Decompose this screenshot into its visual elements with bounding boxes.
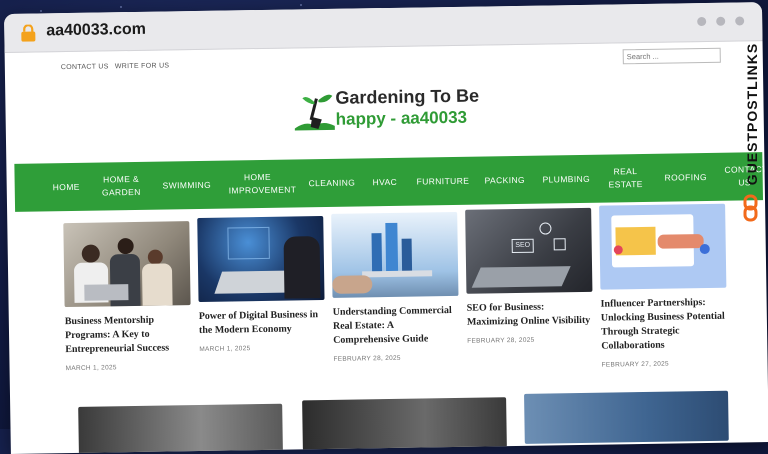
- article-title[interactable]: Power of Digital Business in the Modern …: [199, 308, 325, 338]
- article-thumbnail[interactable]: [599, 203, 727, 290]
- nav-item-home-improvement[interactable]: HOME IMPROVEMENT: [228, 171, 297, 198]
- nav-item-cleaning[interactable]: CLEANING: [308, 176, 355, 190]
- nav-item-hvac[interactable]: HVAC: [372, 175, 397, 188]
- browser-window: aa40033.com CONTACT US WRITE FOR US Gard…: [4, 2, 768, 454]
- lock-icon: [21, 24, 36, 42]
- article-card[interactable]: Power of Digital Business in the Modern …: [197, 216, 325, 353]
- article-thumbnail[interactable]: [302, 397, 507, 451]
- article-title[interactable]: Influencer Partnerships: Unlocking Busin…: [601, 296, 728, 354]
- window-dot-icon[interactable]: [735, 16, 745, 26]
- article-title[interactable]: Business Mentorship Programs: A Key to E…: [65, 313, 192, 357]
- article-thumbnail[interactable]: [197, 216, 325, 302]
- nav-item-home-garden[interactable]: HOME & GARDEN: [102, 173, 141, 200]
- site-logo[interactable]: Gardening To Be happy - aa40033: [5, 71, 764, 153]
- window-dot-icon[interactable]: [716, 16, 726, 26]
- article-title[interactable]: Understanding Commercial Real Estate: A …: [333, 304, 460, 348]
- nav-item-plumbing[interactable]: PLUMBING: [542, 172, 590, 186]
- chain-link-icon: [743, 194, 758, 222]
- article-date: FEBRUARY 28, 2025: [333, 354, 401, 363]
- guestpostlinks-text: GUESTPOSTLINKS: [744, 42, 760, 186]
- article-thumbnail[interactable]: [524, 390, 729, 444]
- article-thumbnail[interactable]: [63, 221, 191, 308]
- nav-item-real-estate[interactable]: REAL ESTATE: [608, 165, 643, 192]
- nav-item-packing[interactable]: PACKING: [484, 173, 525, 187]
- search-input[interactable]: [622, 47, 721, 65]
- contact-us-link[interactable]: CONTACT US: [61, 63, 109, 71]
- nav-item-home[interactable]: HOME: [53, 180, 80, 193]
- nav-item-furniture[interactable]: FURNITURE: [416, 174, 469, 188]
- write-for-us-link[interactable]: WRITE FOR US: [115, 62, 170, 70]
- shovel-logo-icon: [294, 94, 335, 131]
- article-title[interactable]: SEO for Business: Maximizing Online Visi…: [467, 300, 593, 330]
- article-card[interactable]: Influencer Partnerships: Unlocking Busin…: [599, 203, 728, 369]
- main-navigation: HOME HOME & GARDEN SWIMMING HOME IMPROVE…: [14, 152, 768, 212]
- article-thumbnail[interactable]: [331, 211, 459, 298]
- article-date: MARCH 1, 2025: [199, 345, 251, 353]
- article-card[interactable]: SEO SEO for Business: Maximizing Online …: [465, 207, 593, 345]
- article-date: FEBRUARY 27, 2025: [601, 360, 670, 369]
- article-date: FEBRUARY 28, 2025: [467, 336, 535, 345]
- logo-title: Gardening To Be: [335, 85, 480, 108]
- logo-subtitle: happy - aa40033: [335, 107, 468, 129]
- article-card[interactable]: Business Mentorship Programs: A Key to E…: [63, 221, 191, 372]
- nav-item-roofing[interactable]: ROOFING: [664, 171, 707, 185]
- address-bar-url[interactable]: aa40033.com: [46, 21, 146, 41]
- article-date: MARCH 1, 2025: [65, 364, 117, 373]
- window-controls: [697, 16, 745, 27]
- article-grid: Business Mentorship Programs: A Key to E…: [57, 203, 757, 372]
- guestpostlinks-brand: GUESTPOSTLINKS: [740, 36, 764, 236]
- article-thumbnail[interactable]: SEO: [465, 207, 593, 294]
- nav-item-swimming[interactable]: SWIMMING: [162, 178, 212, 192]
- window-dot-icon[interactable]: [697, 16, 707, 27]
- article-card[interactable]: Understanding Commercial Real Estate: A …: [331, 211, 460, 363]
